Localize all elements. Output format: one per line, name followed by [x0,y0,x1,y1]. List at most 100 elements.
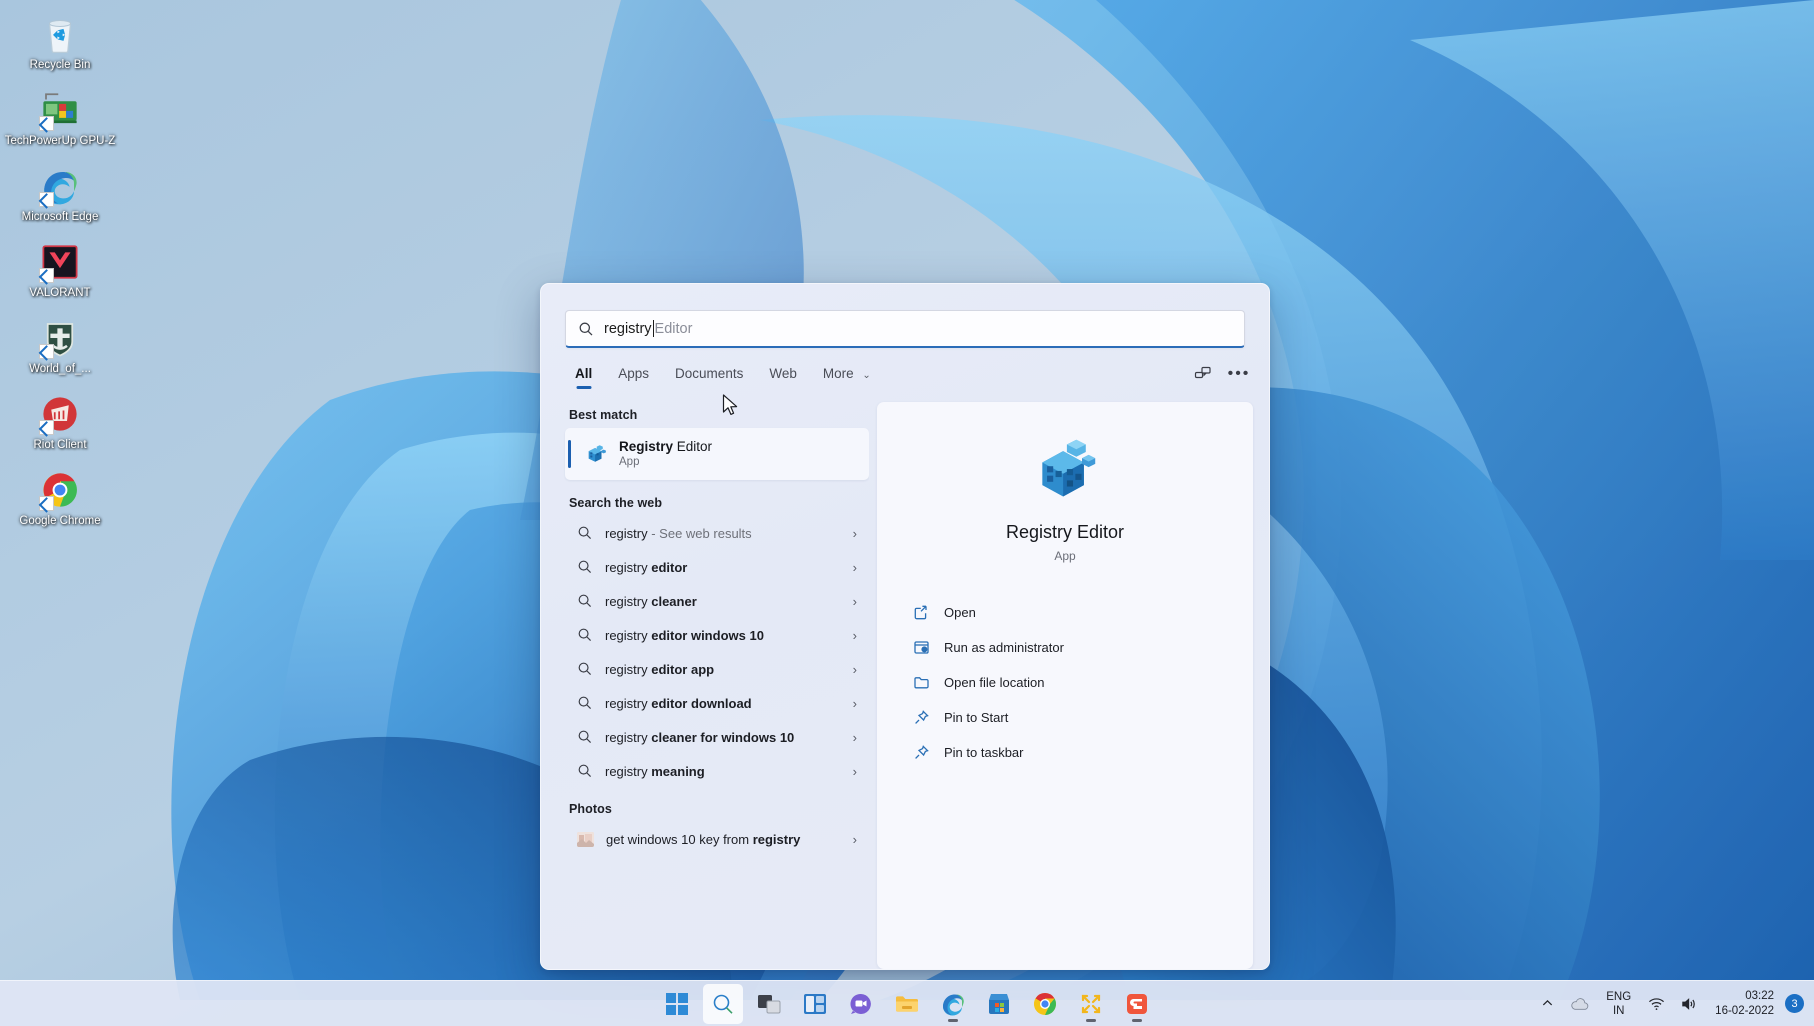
list-item-label: registry editor download [605,696,752,711]
screen-recorder-button[interactable] [1071,984,1111,1024]
search-button[interactable] [703,984,743,1024]
search-icon [577,593,593,609]
cloud-icon [1570,997,1589,1011]
pin-to-start-action[interactable]: Pin to Start [907,702,1223,733]
clock-and-date[interactable]: 03:22 16-02-2022 [1706,989,1783,1019]
action-label: Open file location [944,675,1044,690]
open-action[interactable]: Open [907,597,1223,628]
desktop-icon-label: TechPowerUp GPU-Z [5,135,116,148]
run-as-administrator-action[interactable]: Run as administrator [907,632,1223,663]
open-external-icon [913,604,930,621]
microsoft-store-button[interactable] [979,984,1019,1024]
tab-documents[interactable]: Documents [665,364,753,391]
language-indicator[interactable]: ENG IN [1597,990,1640,1018]
tab-more[interactable]: More ⌄ [813,364,881,391]
search-query-line: registry Editor [604,320,692,337]
edge-button[interactable] [933,984,973,1024]
feedback-icon[interactable] [1193,364,1213,384]
action-label: Pin to taskbar [944,745,1024,760]
tab-all[interactable]: All [565,364,602,391]
language-primary: ENG [1606,990,1631,1004]
windows-search-panel: registry Editor All Apps Documents Web M… [540,283,1270,970]
list-item[interactable]: registry editor windows 10 › [565,618,869,652]
chevron-right-icon: › [853,526,861,541]
list-item-label: get windows 10 key from registry [606,832,800,847]
start-button[interactable] [657,984,697,1024]
sugg-bold: editor app [651,662,714,677]
action-label: Open [944,605,976,620]
list-item[interactable]: registry cleaner › [565,584,869,618]
chevron-right-icon: › [853,662,861,677]
chevron-right-icon: › [853,628,861,643]
chevron-right-icon: › [853,696,861,711]
list-item[interactable]: registry editor download › [565,686,869,720]
desktop-icon-chrome[interactable]: Google Chrome [0,464,120,530]
desktop-icon-riot-client[interactable]: Riot Client [0,388,120,454]
best-match-title-bold: Registry [619,439,673,454]
list-item[interactable]: registry editor app › [565,652,869,686]
list-item[interactable]: registry meaning › [565,754,869,788]
chrome-icon [1032,991,1058,1017]
search-icon [577,525,593,541]
open-file-location-action[interactable]: Open file location [907,667,1223,698]
widgets-button[interactable] [795,984,835,1024]
sugg-prefix: registry [605,730,651,745]
onedrive-button[interactable] [1562,985,1597,1023]
search-preview-column: Registry Editor App Open [877,402,1253,969]
search-icon [577,559,593,575]
sugg-prefix: registry [605,628,651,643]
desktop-icon-valorant[interactable]: VALORANT [0,236,120,302]
notification-badge[interactable]: 3 [1785,994,1804,1013]
best-match-result[interactable]: Registry Editor App [565,428,869,480]
recycle-bin-icon [38,12,82,56]
shortcut-overlay-icon [39,344,54,359]
pin-icon [913,709,930,726]
desktop-icon-label: World_of_... [29,363,91,376]
ellipsis-glyph: ••• [1228,370,1251,378]
best-match-title-rest: Editor [673,439,712,454]
desktop-icon-edge[interactable]: Microsoft Edge [0,160,120,226]
widgets-icon [802,991,828,1017]
file-explorer-button[interactable] [887,984,927,1024]
wifi-icon [1648,997,1665,1011]
desktop-icon-label: Recycle Bin [30,59,91,72]
sugg-bold: cleaner [651,594,697,609]
list-item[interactable]: registry - See web results › [565,516,869,550]
best-match-title: Registry Editor [619,438,712,455]
list-item[interactable]: registry cleaner for windows 10 › [565,720,869,754]
network-button[interactable] [1640,985,1673,1023]
shortcut-overlay-icon [39,268,54,283]
list-item[interactable]: registry editor › [565,550,869,584]
show-hidden-icons-button[interactable] [1533,985,1562,1023]
chrome-button[interactable] [1025,984,1065,1024]
microsoft-store-icon [986,991,1012,1017]
desktop-icon-world-of-warships[interactable]: World_of_... [0,312,120,378]
chevron-right-icon: › [853,764,861,779]
registry-editor-icon [585,443,607,465]
action-label: Run as administrator [944,640,1064,655]
desktop-icon-recycle-bin[interactable]: Recycle Bin [0,8,120,74]
photos-heading: Photos [569,802,869,816]
list-item-label: registry - See web results [605,526,752,541]
desktop-icon-gpuz[interactable]: TechPowerUp GPU-Z [0,84,120,150]
volume-button[interactable] [1673,985,1706,1023]
riot-client-icon [38,392,82,436]
list-item-label: registry meaning [605,764,705,779]
chevron-right-icon: › [853,730,861,745]
chat-button[interactable] [841,984,881,1024]
running-indicator [948,1019,958,1022]
pin-to-taskbar-action[interactable]: Pin to taskbar [907,737,1223,768]
clock-date: 16-02-2022 [1715,1004,1774,1019]
list-item[interactable]: get windows 10 key from registry › [565,822,869,856]
tab-web[interactable]: Web [759,364,807,391]
tab-apps[interactable]: Apps [608,364,659,391]
task-view-button[interactable] [749,984,789,1024]
search-typed-text: registry [604,321,652,337]
search-input[interactable]: registry Editor [565,310,1245,348]
sugg-bold: meaning [651,764,704,779]
desktop-icon-label: Microsoft Edge [22,211,99,224]
camtasia-button[interactable] [1117,984,1157,1024]
yellow-arrows-icon [1078,991,1104,1017]
photo-bold: registry [753,832,801,847]
more-options-icon[interactable]: ••• [1229,364,1249,384]
